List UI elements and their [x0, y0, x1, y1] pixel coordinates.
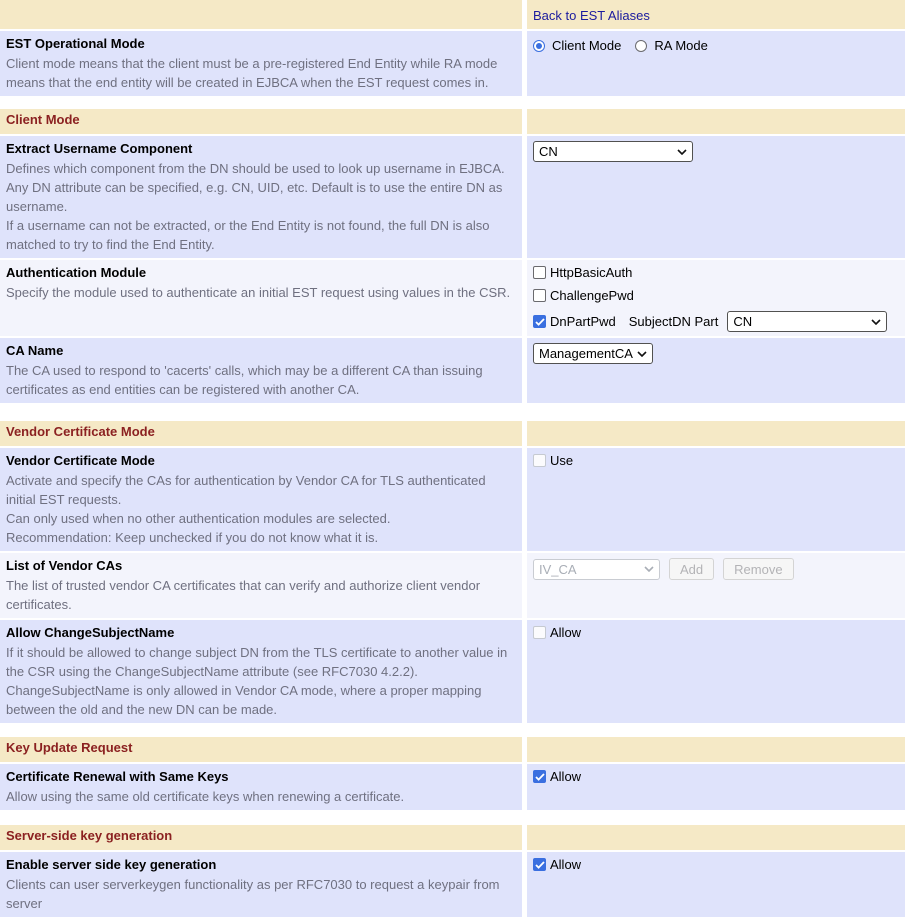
- ra-mode-radio[interactable]: [635, 40, 647, 52]
- extract-username-description-3: If a username can not be extracted, or t…: [6, 216, 512, 254]
- est-operational-mode-row: EST Operational Mode Client mode means t…: [0, 31, 905, 96]
- chevron-down-icon: [637, 351, 647, 357]
- server-keygen-allow-checkbox-label: Allow: [550, 857, 581, 872]
- key-update-header-row: Key Update Request: [0, 737, 905, 762]
- dn-part-pwd-checkbox[interactable]: [533, 315, 546, 328]
- ca-name-row: CA Name The CA used to respond to 'cacer…: [0, 338, 905, 403]
- challenge-pwd-checkbox[interactable]: [533, 289, 546, 302]
- allow-change-subject-name-row: Allow ChangeSubjectName If it should be …: [0, 620, 905, 723]
- certificate-renewal-row: Certificate Renewal with Same Keys Allow…: [0, 764, 905, 810]
- allow-change-subject-name-label: Allow ChangeSubjectName: [6, 624, 512, 640]
- est-operational-mode-label: EST Operational Mode: [6, 35, 512, 51]
- ca-name-select[interactable]: ManagementCA: [533, 343, 653, 364]
- vendor-mode-description-3: Recommendation: Keep unchecked if you do…: [6, 528, 512, 547]
- list-of-vendor-cas-label: List of Vendor CAs: [6, 557, 512, 573]
- certificate-renewal-description: Allow using the same old certificate key…: [6, 787, 512, 806]
- chevron-down-icon: [871, 319, 881, 325]
- extract-username-select-value: CN: [539, 144, 558, 159]
- client-mode-header-right-spacer: [527, 109, 905, 134]
- server-keygen-allow-checkbox[interactable]: [533, 858, 546, 871]
- vendor-mode-header-right-spacer: [527, 421, 905, 446]
- back-to-est-aliases-link[interactable]: Back to EST Aliases: [533, 5, 650, 23]
- subject-dn-part-label: SubjectDN Part: [629, 314, 719, 329]
- authentication-module-label: Authentication Module: [6, 264, 512, 280]
- vendor-mode-use-checkbox-label: Use: [550, 453, 573, 468]
- change-subject-allow-checkbox-label: Allow: [550, 625, 581, 640]
- ca-name-description: The CA used to respond to 'cacerts' call…: [6, 361, 512, 399]
- chevron-down-icon: [677, 149, 687, 155]
- server-keygen-header-row: Server-side key generation: [0, 825, 905, 850]
- est-operational-mode-description: Client mode means that the client must b…: [6, 54, 512, 92]
- subject-dn-part-select-value: CN: [733, 314, 752, 329]
- checkmark-icon: [535, 318, 545, 326]
- back-link-row: Back to EST Aliases: [0, 0, 905, 29]
- ca-name-select-value: ManagementCA: [539, 346, 633, 361]
- dn-part-pwd-checkbox-label: DnPartPwd: [550, 314, 616, 329]
- vendor-ca-select-value: IV_CA: [539, 562, 577, 577]
- certificate-renewal-allow-checkbox[interactable]: [533, 770, 546, 783]
- vendor-mode-section-title: Vendor Certificate Mode: [0, 421, 522, 446]
- vendor-mode-description-1: Activate and specify the CAs for authent…: [6, 471, 512, 509]
- change-subject-description-1: If it should be allowed to change subjec…: [6, 643, 512, 681]
- list-of-vendor-cas-row: List of Vendor CAs The list of trusted v…: [0, 553, 905, 618]
- ca-name-label: CA Name: [6, 342, 512, 358]
- checkmark-icon: [535, 773, 545, 781]
- change-subject-allow-checkbox: [533, 626, 546, 639]
- list-of-vendor-cas-description: The list of trusted vendor CA certificat…: [6, 576, 512, 614]
- authentication-module-row: Authentication Module Specify the module…: [0, 260, 905, 336]
- vendor-ca-select: IV_CA: [533, 559, 660, 580]
- key-update-section-title: Key Update Request: [0, 737, 522, 762]
- extract-username-row: Extract Username Component Defines which…: [0, 136, 905, 258]
- http-basic-auth-checkbox[interactable]: [533, 266, 546, 279]
- top-table: Back to EST Aliases EST Operational Mode…: [0, 0, 905, 96]
- authentication-module-description: Specify the module used to authenticate …: [6, 283, 512, 302]
- chevron-down-icon: [644, 566, 654, 572]
- remove-vendor-ca-button: Remove: [723, 558, 793, 580]
- key-update-header-right-spacer: [527, 737, 905, 762]
- ra-mode-radio-label: RA Mode: [654, 38, 707, 53]
- vendor-certificate-mode-label: Vendor Certificate Mode: [6, 452, 512, 468]
- extract-username-label: Extract Username Component: [6, 140, 512, 156]
- vendor-mode-header-row: Vendor Certificate Mode: [0, 421, 905, 446]
- extract-username-select[interactable]: CN: [533, 141, 693, 162]
- vendor-mode-description-2: Can only used when no other authenticati…: [6, 509, 512, 528]
- server-keygen-section: Server-side key generation Enable server…: [0, 825, 905, 917]
- certificate-renewal-allow-checkbox-label: Allow: [550, 769, 581, 784]
- vendor-certificate-mode-section: Vendor Certificate Mode Vendor Certifica…: [0, 421, 905, 723]
- radio-dot-icon: [536, 43, 542, 49]
- key-update-request-section: Key Update Request Certificate Renewal w…: [0, 737, 905, 810]
- vendor-certificate-mode-row: Vendor Certificate Mode Activate and spe…: [0, 448, 905, 551]
- client-mode-radio-label: Client Mode: [552, 38, 621, 53]
- server-keygen-header-right-spacer: [527, 825, 905, 850]
- challenge-pwd-checkbox-label: ChallengePwd: [550, 288, 634, 303]
- server-keygen-section-title: Server-side key generation: [0, 825, 522, 850]
- client-mode-radio[interactable]: [533, 40, 545, 52]
- client-mode-section-title: Client Mode: [0, 109, 522, 134]
- enable-server-keygen-label: Enable server side key generation: [6, 856, 512, 872]
- vendor-mode-use-checkbox: [533, 454, 546, 467]
- client-mode-header-row: Client Mode: [0, 109, 905, 134]
- subject-dn-part-select[interactable]: CN: [727, 311, 887, 332]
- extract-username-description-1: Defines which component from the DN shou…: [6, 159, 512, 178]
- client-mode-section: Client Mode Extract Username Component D…: [0, 109, 905, 403]
- back-link-row-left-spacer: [0, 0, 522, 29]
- enable-server-keygen-description: Clients can user serverkeygen functional…: [6, 875, 512, 913]
- change-subject-description-2: ChangeSubjectName is only allowed in Ven…: [6, 681, 512, 719]
- extract-username-description-2: Any DN attribute can be specified, e.g. …: [6, 178, 512, 216]
- http-basic-auth-checkbox-label: HttpBasicAuth: [550, 265, 632, 280]
- add-vendor-ca-button: Add: [669, 558, 714, 580]
- est-mode-radio-group: Client Mode RA Mode: [533, 36, 905, 53]
- certificate-renewal-label: Certificate Renewal with Same Keys: [6, 768, 512, 784]
